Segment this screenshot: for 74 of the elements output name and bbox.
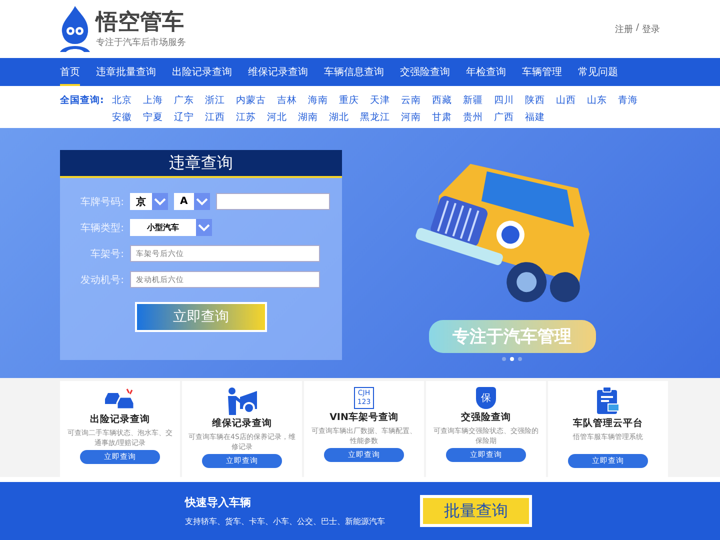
field-label: 车辆类型: (80, 222, 124, 234)
field-label: 车牌号码: (80, 196, 124, 208)
city-link[interactable]: 北京 (112, 94, 132, 107)
login-link[interactable]: 登录 (642, 22, 660, 36)
plate-input[interactable] (216, 193, 330, 210)
city-link[interactable]: 重庆 (338, 94, 359, 107)
chevron-down-icon (198, 224, 210, 232)
city-link[interactable]: 新疆 (462, 94, 483, 107)
city-link[interactable]: 广西 (494, 111, 514, 124)
insurance-shield-icon: 保 (476, 387, 496, 409)
separator: / (636, 22, 639, 34)
city-link[interactable]: 江西 (204, 111, 225, 124)
nav-tab[interactable]: 常见问题 (578, 58, 618, 86)
chevron-down-icon (196, 198, 208, 206)
nav-tab[interactable]: 违章批量查询 (96, 58, 156, 86)
clipboard-truck-icon (596, 387, 620, 415)
service-title: 出险记录查询 (90, 413, 150, 426)
province-select[interactable]: 京 (130, 193, 168, 210)
city-link[interactable]: 湖北 (328, 111, 349, 124)
city-link[interactable]: 上海 (142, 94, 163, 107)
service-title: VIN车架号查询 (330, 411, 398, 424)
nav-tab[interactable]: 维保记录查询 (248, 58, 308, 86)
city-link[interactable]: 安徽 (112, 111, 132, 124)
brand-tagline: 专注于汽车后市场服务 (96, 36, 186, 48)
form-title: 违章查询 (60, 150, 342, 178)
vehicle-type-select[interactable]: 小型汽车 (130, 219, 212, 236)
batch-query-button[interactable]: 批量查询 (420, 495, 532, 527)
service-title: 维保记录查询 (212, 417, 272, 430)
nav-tab[interactable]: 车辆信息查询 (324, 58, 384, 86)
city-link[interactable]: 海南 (308, 94, 328, 107)
mechanic-car-icon (225, 387, 259, 415)
city-link[interactable]: 辽宁 (174, 111, 194, 124)
city-link[interactable]: 福建 (524, 111, 545, 124)
nav-tab[interactable]: 年检查询 (466, 58, 506, 86)
field-label: 车架号: (90, 248, 124, 260)
nav-tab[interactable]: 出险记录查询 (172, 58, 232, 86)
city-link[interactable]: 湖南 (298, 111, 318, 124)
city-link[interactable]: 西藏 (432, 94, 452, 107)
carousel-dot[interactable] (510, 357, 514, 361)
city-link[interactable]: 山西 (556, 94, 576, 107)
letter-select[interactable]: A (174, 193, 210, 210)
nav-tab[interactable]: 首页 (60, 58, 80, 86)
carousel-dot[interactable] (518, 357, 522, 361)
city-link[interactable]: 陕西 (524, 94, 545, 107)
carousel-dot[interactable] (502, 357, 506, 361)
nav-tab[interactable]: 车辆管理 (522, 58, 562, 86)
city-link[interactable]: 河北 (266, 111, 287, 124)
monkey-flame-logo-icon (60, 6, 90, 52)
field-label: 发动机号: (80, 274, 124, 286)
import-description: 支持轿车、货车、卡车、小车、公交、巴士、新能源汽车 (185, 516, 385, 527)
service-title: 交强险查询 (461, 411, 511, 424)
nav-tab[interactable]: 交强险查询 (400, 58, 450, 86)
city-link[interactable]: 河南 (400, 111, 421, 124)
city-link[interactable]: 吉林 (276, 94, 297, 107)
city-link[interactable]: 天津 (370, 94, 390, 107)
brand-name: 悟空管车 (96, 10, 185, 36)
slogan-pill: 专注于汽车管理 (428, 320, 596, 353)
city-link[interactable]: 宁夏 (142, 111, 163, 124)
city-link[interactable]: 广东 (174, 94, 194, 107)
cities-label: 全国查询: (60, 94, 104, 108)
city-link[interactable]: 云南 (400, 94, 421, 107)
city-link[interactable]: 内蒙古 (236, 94, 266, 107)
city-link[interactable]: 青海 (618, 94, 638, 107)
import-title: 快速导入车辆 (185, 495, 252, 510)
city-link[interactable]: 黑龙江 (360, 111, 390, 124)
register-link[interactable]: 注册 (614, 22, 633, 36)
city-link[interactable]: 山东 (586, 94, 607, 107)
city-link[interactable]: 甘肃 (432, 111, 452, 124)
city-link[interactable]: 贵州 (462, 111, 483, 124)
service-title: 车队管理云平台 (573, 417, 643, 430)
chevron-down-icon (154, 198, 166, 206)
city-link[interactable]: 浙江 (204, 94, 225, 107)
city-link[interactable]: 江苏 (236, 111, 256, 124)
city-link[interactable]: 四川 (494, 94, 514, 107)
